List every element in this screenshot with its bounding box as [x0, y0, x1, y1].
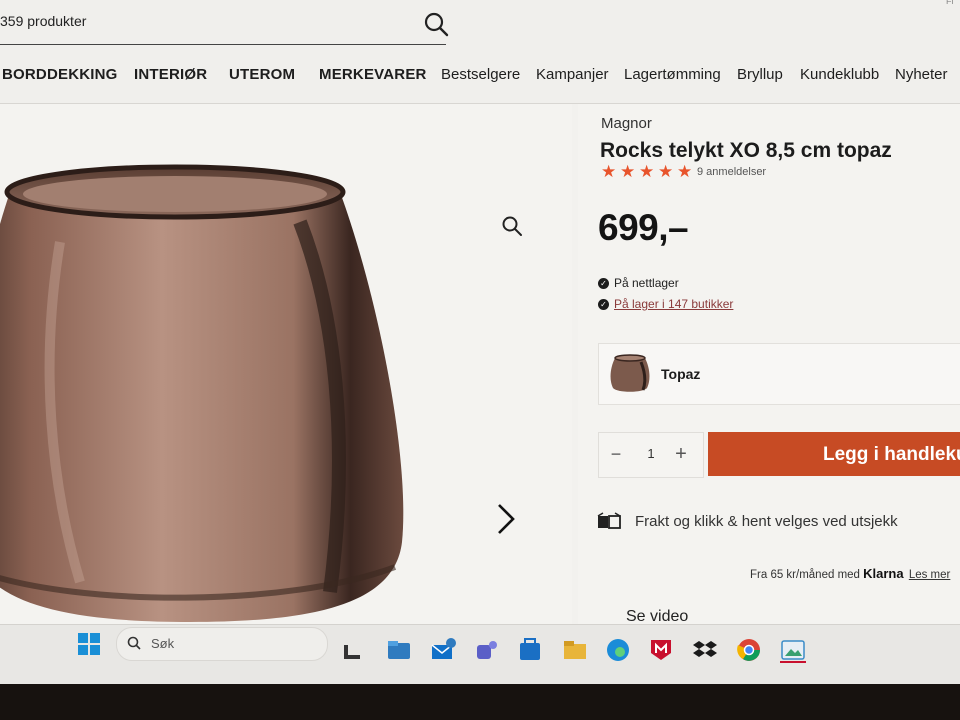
stock-stores-link[interactable]: På lager i 147 butikker: [614, 297, 733, 311]
corner-text: Fi: [946, 0, 954, 6]
quantity-value[interactable]: 1: [643, 446, 659, 461]
check-icon: ✓: [598, 277, 609, 289]
search-input[interactable]: 359 produkter: [0, 12, 446, 45]
nav-item-nyheter[interactable]: Nyheter: [895, 66, 948, 83]
task-view-icon[interactable]: [340, 637, 366, 663]
klarna-read-more-link[interactable]: Les mer: [909, 569, 951, 581]
rating-stars[interactable]: ★ ★ ★ ★ ★: [601, 162, 696, 181]
search-button[interactable]: [420, 10, 452, 40]
next-image-button[interactable]: [494, 502, 518, 536]
mcafee-icon[interactable]: [648, 637, 674, 663]
nav-item-borddekking[interactable]: BORDDEKKING: [2, 66, 118, 83]
star-icon: ★: [639, 162, 655, 181]
zoom-button[interactable]: [500, 214, 524, 238]
search-icon: [424, 12, 449, 37]
file-explorer-icon[interactable]: [386, 637, 412, 663]
star-icon: ★: [658, 162, 674, 181]
quantity-decrease-button[interactable]: −: [607, 444, 625, 464]
chevron-right-icon: [498, 504, 515, 534]
nav-item-bestselgere[interactable]: Bestselgere: [441, 66, 520, 83]
site-header: 359 produkter Fi BORDDEKKING INTERIØR UT…: [0, 0, 960, 104]
stock-stores[interactable]: ✓ På lager i 147 butikker: [598, 297, 733, 311]
product-image: [0, 164, 404, 622]
nav-item-uterom[interactable]: UTEROM: [229, 66, 295, 83]
mail-icon[interactable]: [430, 637, 456, 663]
windows-start-icon[interactable]: [78, 633, 100, 655]
teams-icon[interactable]: [473, 637, 499, 663]
variant-selector[interactable]: Topaz: [598, 343, 960, 405]
nav-item-bryllup[interactable]: Bryllup: [737, 66, 783, 83]
review-count[interactable]: 9 anmeldelser: [697, 166, 766, 178]
variant-label: Topaz: [661, 366, 701, 382]
klarna-info: Fra 65 kr/måned med Klarna Les mer: [750, 566, 950, 581]
nav-item-lagertomming[interactable]: Lagertømming: [624, 66, 721, 83]
taskbar-search-text: Søk: [151, 636, 175, 651]
shipping-text: Frakt og klikk & hent velges ved utsjekk: [635, 512, 898, 530]
screen: 359 produkter Fi BORDDEKKING INTERIØR UT…: [0, 0, 960, 690]
nav-item-interior[interactable]: INTERIØR: [134, 66, 207, 83]
main-nav: BORDDEKKING INTERIØR UTEROM MERKEVARER B…: [0, 66, 960, 96]
star-icon: ★: [601, 162, 617, 181]
quantity-increase-button[interactable]: +: [671, 443, 691, 465]
star-icon: ★: [677, 162, 693, 181]
star-icon: ★: [620, 162, 636, 181]
shipping-info: Frakt og klikk & hent velges ved utsjekk: [597, 512, 898, 530]
product-price: 699,–: [598, 207, 689, 248]
nav-item-kundeklubb[interactable]: Kundeklubb: [800, 66, 879, 83]
stock-online: ✓ På nettlager: [598, 276, 679, 290]
folder-icon[interactable]: [562, 637, 588, 663]
box-icon: [597, 512, 621, 529]
nav-item-merkevarer[interactable]: MERKEVARER: [319, 66, 427, 83]
taskbar: Søk: [0, 624, 960, 685]
add-to-cart-button[interactable]: Legg i handlekurv: [708, 432, 960, 476]
search-input-value: 359 produkter: [0, 13, 87, 29]
add-to-cart-label: Legg i handlekurv: [823, 444, 960, 465]
photos-icon[interactable]: [780, 637, 806, 663]
variant-thumbnail: [610, 354, 650, 392]
klarna-logo: Klarna: [863, 566, 904, 581]
edge-icon[interactable]: [605, 637, 631, 663]
store-icon[interactable]: [517, 637, 543, 663]
chrome-icon[interactable]: [736, 637, 762, 663]
taskbar-search[interactable]: Søk: [116, 627, 328, 661]
nav-item-kampanjer[interactable]: Kampanjer: [536, 66, 609, 83]
product-title: Rocks telykt XO 8,5 cm topaz: [600, 139, 892, 162]
product-gallery: [0, 104, 572, 624]
dropbox-icon[interactable]: [692, 637, 718, 663]
check-icon: ✓: [598, 298, 609, 310]
klarna-prefix: Fra 65 kr/måned med: [750, 569, 860, 581]
stock-online-label: På nettlager: [614, 276, 679, 290]
monitor-bezel: [0, 684, 960, 720]
search-icon: [127, 636, 141, 650]
product-brand[interactable]: Magnor: [601, 115, 652, 132]
quantity-stepper: − 1 +: [598, 432, 704, 478]
zoom-icon: [502, 216, 522, 236]
